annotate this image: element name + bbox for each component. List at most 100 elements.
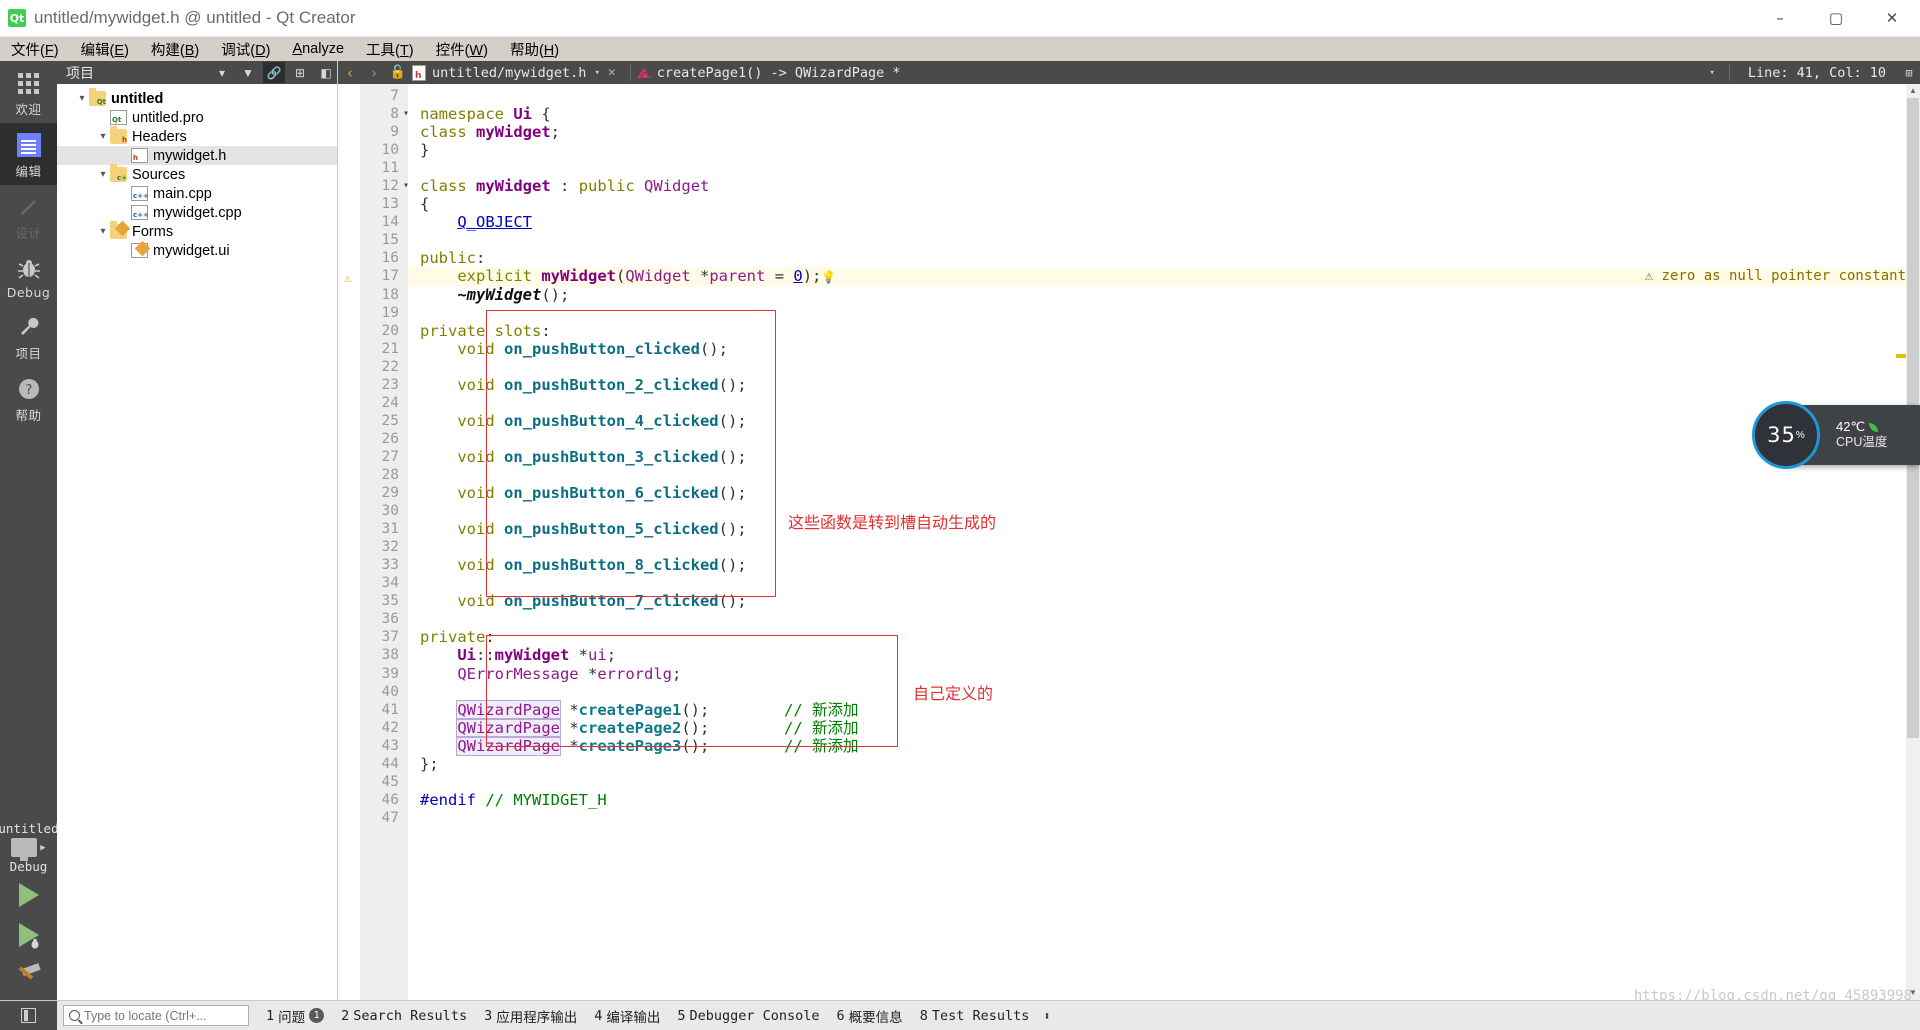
code-line[interactable]: explicit myWidget(QWidget *parent = 0);💡… bbox=[408, 267, 1920, 286]
chevron-down-icon[interactable]: ▾ bbox=[96, 226, 110, 237]
code-line[interactable]: QWizardPage *createPage1(); // 新添加 bbox=[408, 699, 1920, 720]
tree-item-mywidget-h[interactable]: h mywidget.h bbox=[57, 146, 337, 165]
output-pane-button-1[interactable]: 1 问题 1 bbox=[266, 1006, 325, 1026]
tree-item-forms[interactable]: ▾ Forms bbox=[57, 220, 337, 241]
chevron-down-icon[interactable]: ▾ bbox=[96, 169, 110, 180]
code-line[interactable] bbox=[408, 574, 1920, 592]
unlocked-icon[interactable]: 🔓 bbox=[386, 65, 410, 80]
chevron-down-icon[interactable]: ▾ bbox=[75, 93, 89, 104]
code-line[interactable]: public: bbox=[408, 249, 1920, 267]
code-line[interactable]: private: bbox=[408, 628, 1920, 646]
code-line[interactable]: void on_pushButton_7_clicked(); bbox=[408, 592, 1920, 610]
menu-item-3[interactable]: 构建(B) bbox=[140, 37, 210, 62]
code-line[interactable] bbox=[408, 358, 1920, 376]
start-debugging-button[interactable] bbox=[0, 916, 57, 954]
collapse-icon[interactable]: ◧ bbox=[315, 62, 337, 83]
symbol-dropdown-icon[interactable]: ▾ bbox=[1709, 68, 1714, 78]
code-line[interactable] bbox=[408, 231, 1920, 249]
code-line[interactable]: private slots: bbox=[408, 322, 1920, 340]
code-line[interactable] bbox=[408, 466, 1920, 484]
code-line[interactable] bbox=[408, 683, 1920, 701]
maximize-button[interactable]: ▢ bbox=[1808, 0, 1864, 36]
code-line[interactable]: void on_pushButton_4_clicked(); bbox=[408, 412, 1920, 430]
code-line[interactable]: void on_pushButton_clicked(); bbox=[408, 340, 1920, 358]
code-line[interactable]: namespace Ui { bbox=[408, 105, 1920, 123]
locator-search-input[interactable]: Type to locate (Ctrl+... bbox=[63, 1005, 249, 1026]
sidebar-item-design[interactable]: 设计 bbox=[0, 185, 57, 247]
code-text-area[interactable]: namespace Ui {class myWidget;} class myW… bbox=[408, 84, 1920, 1000]
kit-selector[interactable]: untitled ▶ Debug bbox=[0, 821, 59, 994]
sidebar-item-projects[interactable]: 项目 bbox=[0, 305, 57, 367]
output-pane-button-6[interactable]: 6 概要信息 bbox=[837, 1006, 903, 1026]
tree-item-untitled[interactable]: ▾ Qt untitled bbox=[57, 88, 337, 108]
code-line[interactable]: { bbox=[408, 195, 1920, 213]
code-line[interactable] bbox=[408, 87, 1920, 105]
output-pane-button-4[interactable]: 4 编译输出 bbox=[594, 1006, 660, 1026]
symbol-selector[interactable]: createPage1() -> QWizardPage * bbox=[657, 65, 901, 81]
toggle-sidebar-button[interactable] bbox=[0, 1000, 57, 1030]
code-line[interactable]: QWizardPage *createPage2(); // 新添加 bbox=[408, 717, 1920, 738]
tree-item-untitled-pro[interactable]: Qt untitled.pro bbox=[57, 108, 337, 127]
output-pane-button-3[interactable]: 3 应用程序输出 bbox=[484, 1006, 577, 1026]
tree-item-mywidget-ui[interactable]: mywidget.ui bbox=[57, 240, 337, 260]
code-line[interactable]: QErrorMessage *errordlg; bbox=[408, 665, 1920, 683]
close-document-button[interactable]: ✕ bbox=[608, 65, 616, 80]
code-line[interactable] bbox=[408, 304, 1920, 322]
project-tree[interactable]: ▾ Qt untitled Qt untitled.pro ▾ h Headers h mywid… bbox=[57, 84, 337, 260]
sidebar-item-debug[interactable]: Debug bbox=[0, 247, 57, 305]
close-button[interactable]: ✕ bbox=[1864, 0, 1920, 36]
code-line[interactable]: } bbox=[408, 141, 1920, 159]
editor-marks-gutter[interactable] bbox=[338, 84, 360, 1000]
code-line[interactable]: QWizardPage *createPage3(); // 新添加 bbox=[408, 735, 1920, 756]
cpu-monitor-widget[interactable]: 35% 42℃ CPU温度 bbox=[1752, 401, 1920, 469]
tree-item-sources[interactable]: ▾ c+ Sources bbox=[57, 164, 337, 184]
navigate-back-button[interactable]: ‹ bbox=[338, 64, 362, 82]
tree-item-main-cpp[interactable]: c++ main.cpp bbox=[57, 184, 337, 203]
code-line[interactable]: }; bbox=[408, 755, 1920, 773]
kit-target[interactable]: ▶ bbox=[11, 838, 46, 861]
link-icon[interactable]: 🔗 bbox=[263, 62, 285, 83]
chevron-down-icon[interactable]: ▾ bbox=[96, 131, 110, 142]
code-line[interactable]: Ui::myWidget *ui; bbox=[408, 646, 1920, 664]
code-line[interactable]: ~myWidget(); bbox=[408, 286, 1920, 304]
menu-item-2[interactable]: 编辑(E) bbox=[70, 37, 140, 62]
sidebar-item-help[interactable]: ? 帮助 bbox=[0, 367, 57, 429]
code-line[interactable] bbox=[408, 538, 1920, 556]
tree-item-headers[interactable]: ▾ h Headers bbox=[57, 126, 337, 146]
code-line[interactable] bbox=[408, 773, 1920, 791]
line-column-indicator[interactable]: Line: 41, Col: 10 bbox=[1736, 65, 1898, 81]
menu-item-1[interactable]: 文件(F) bbox=[0, 37, 70, 62]
code-line[interactable]: void on_pushButton_3_clicked(); bbox=[408, 448, 1920, 466]
minimize-button[interactable]: – bbox=[1752, 0, 1808, 36]
split-editor-icon[interactable]: ⊞ bbox=[1898, 66, 1920, 80]
menu-item-5[interactable]: Analyze bbox=[281, 39, 355, 59]
code-line[interactable] bbox=[408, 610, 1920, 628]
code-line[interactable]: class myWidget : public QWidget bbox=[408, 177, 1920, 195]
code-line[interactable] bbox=[408, 809, 1920, 827]
code-line[interactable]: void on_pushButton_2_clicked(); bbox=[408, 376, 1920, 394]
run-button[interactable] bbox=[0, 876, 57, 914]
code-line[interactable] bbox=[408, 159, 1920, 177]
file-dropdown-icon[interactable]: ▾ bbox=[594, 68, 599, 78]
output-pane-button-2[interactable]: 2 Search Results bbox=[341, 1008, 467, 1024]
menu-item-7[interactable]: 控件(W) bbox=[425, 37, 499, 62]
build-button[interactable] bbox=[0, 956, 57, 994]
code-line[interactable]: class myWidget; bbox=[408, 123, 1920, 141]
sidebar-item-welcome[interactable]: 欢迎 bbox=[0, 61, 57, 123]
expand-all-icon[interactable]: ⊞ bbox=[289, 62, 311, 83]
scroll-up-arrow[interactable]: ▲ bbox=[1906, 84, 1920, 98]
editor-vertical-scrollbar[interactable]: ▲ ▼ bbox=[1906, 84, 1920, 1000]
code-line[interactable] bbox=[408, 430, 1920, 448]
menu-item-4[interactable]: 调试(D) bbox=[210, 37, 281, 62]
chevron-down-icon[interactable]: ▾ bbox=[211, 62, 233, 83]
code-line[interactable] bbox=[408, 502, 1920, 520]
menu-item-6[interactable]: 工具(T) bbox=[355, 37, 425, 62]
menu-item-8[interactable]: 帮助(H) bbox=[499, 37, 570, 62]
editor-viewport[interactable]: 7 8 ▾ 9 10 11 12 ▾ 13 14 15 16 ⚠ 17 18 19 20 21 22 23 24 25 26… bbox=[338, 84, 1920, 1000]
filter-icon[interactable]: ▼ bbox=[237, 62, 259, 83]
navigate-forward-button[interactable]: › bbox=[362, 64, 386, 82]
code-line[interactable] bbox=[408, 394, 1920, 412]
code-line[interactable]: #endif // MYWIDGET_H bbox=[408, 791, 1920, 809]
code-line[interactable]: void on_pushButton_5_clicked(); bbox=[408, 520, 1920, 538]
output-pane-updown-icon[interactable]: ⬍ bbox=[1043, 1009, 1050, 1023]
